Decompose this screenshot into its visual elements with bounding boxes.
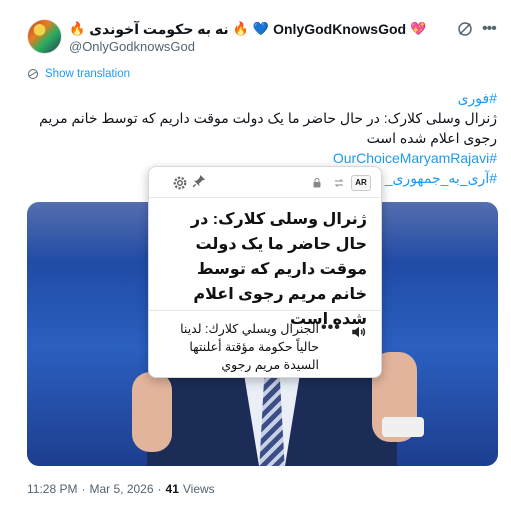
translation-popup: AR ژنرال وسلی کلارک: در حال حاضر ما یک د… (148, 166, 382, 378)
hashtag-foree[interactable]: #فوری (27, 88, 497, 108)
translation-arabic: الجنرال ويسلي كلارك: لدينا حالياً حكومة … (180, 322, 319, 372)
pin-icon[interactable] (191, 173, 207, 189)
meta-separator: · (81, 482, 86, 496)
show-translation-link[interactable]: Show translation (27, 68, 130, 80)
fire-emoji-icon: 🔥 (232, 21, 249, 36)
tweet-card: 🔥 نه به حکومت آخوندی 🔥 💙 OnlyGodKnowsGod… (0, 0, 511, 511)
more-horizontal-icon[interactable]: ••• (482, 20, 497, 38)
gear-icon[interactable] (171, 174, 189, 192)
popup-more-icon[interactable]: ••• (321, 319, 341, 337)
popup-divider (149, 310, 381, 311)
tweet-time[interactable]: 11:28 PM (27, 482, 77, 496)
show-translation-label: Show translation (45, 68, 131, 80)
popup-divider (149, 197, 381, 198)
views-count[interactable]: 41 (166, 482, 179, 496)
heart-emoji-icon: 💖 (410, 21, 427, 36)
display-name-suffix: نه به حکومت آخوندی (89, 20, 229, 37)
author-handle[interactable]: @OnlyGodknowsGod (69, 39, 195, 54)
translation-persian: ژنرال وسلی کلارک: در حال حاضر ما یک دولت… (190, 211, 367, 328)
blue-heart-emoji-icon: 💙 (252, 21, 270, 36)
avatar[interactable] (27, 19, 62, 54)
speaker-left-hand (132, 372, 172, 452)
tweet-date[interactable]: Mar 5, 2026 (89, 482, 153, 496)
fire-emoji-icon: 🔥 (69, 21, 86, 36)
hashtag-our-choice[interactable]: #OurChoiceMaryamRajavi (27, 148, 497, 168)
translate-globe-icon (28, 69, 38, 79)
views-label: Views (182, 482, 215, 496)
lock-icon[interactable] (311, 177, 323, 189)
meta-separator: · (157, 482, 162, 496)
swap-languages-icon[interactable] (333, 177, 345, 189)
grok-icon[interactable] (456, 20, 474, 38)
tweet-meta: 11:28 PM · Mar 5, 2026 · 41 Views (27, 482, 215, 496)
speaker-icon[interactable] (349, 323, 369, 341)
tweet-body-line: ژنرال وسلی کلارک: در حال حاضر ما یک دولت… (39, 110, 497, 146)
speaker-cuff (382, 417, 424, 437)
display-name: OnlyGodKnowsGod (273, 21, 407, 37)
author-name-row[interactable]: 🔥 نه به حکومت آخوندی 🔥 💙 OnlyGodKnowsGod… (69, 19, 426, 39)
popup-toolbar: AR (149, 167, 381, 197)
source-language-badge[interactable]: AR (351, 175, 371, 191)
